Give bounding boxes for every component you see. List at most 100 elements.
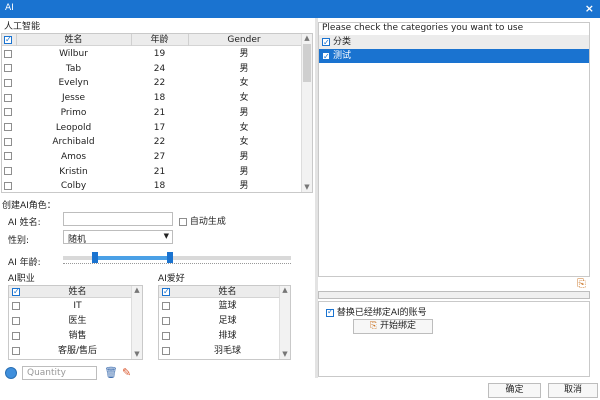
delete-icon[interactable]: 🗑	[104, 366, 118, 379]
item-checkbox-cell	[162, 314, 170, 329]
row-checkbox[interactable]	[4, 152, 12, 161]
cell-gender: 男	[239, 181, 249, 192]
item-checkbox[interactable]	[12, 346, 20, 355]
select-all-checkbox[interactable]	[4, 34, 12, 46]
occupation-select-all[interactable]	[12, 286, 20, 298]
list-item[interactable]: 客服/售后	[9, 344, 134, 359]
row-checkbox[interactable]	[4, 108, 12, 117]
close-icon[interactable]: ×	[585, 2, 594, 15]
scroll-up-icon[interactable]: ▲	[132, 286, 142, 295]
list-item[interactable]: IT	[9, 299, 134, 314]
list-item[interactable]: 销售	[9, 329, 134, 344]
cell-age: 27	[153, 151, 166, 162]
cell-gender: 女	[239, 93, 249, 104]
table-row[interactable]: Archibald 22 女	[2, 135, 302, 150]
category-item[interactable]: 测试	[319, 49, 589, 64]
hobby-select-all[interactable]	[162, 286, 170, 298]
chevron-down-icon[interactable]: ▼	[164, 232, 169, 240]
hobby-col-header[interactable]: 姓名	[171, 286, 284, 298]
category-checkbox[interactable]	[322, 50, 330, 64]
cell-gender: 男	[239, 166, 249, 177]
cell-age: 21	[153, 107, 166, 118]
start-bind-button[interactable]: ⎘ 开始绑定	[353, 319, 433, 334]
slider-min-handle[interactable]	[91, 252, 98, 263]
list-item[interactable]: 医生	[9, 314, 134, 329]
item-checkbox[interactable]	[12, 331, 20, 340]
table-row[interactable]: Tab 24 男	[2, 62, 302, 77]
row-checkbox[interactable]	[4, 49, 12, 58]
cell-age: 17	[153, 122, 166, 133]
row-checkbox[interactable]	[4, 123, 12, 131]
category-label: 测试	[333, 51, 352, 61]
gender-select-value: 随机	[68, 235, 87, 245]
ai-name-input[interactable]	[63, 212, 173, 226]
row-checkbox[interactable]	[4, 93, 12, 102]
row-checkbox[interactable]	[4, 64, 12, 73]
col-name-header[interactable]: 姓名	[16, 34, 131, 46]
row-checkbox[interactable]	[4, 167, 12, 176]
cell-name: Kristin	[59, 166, 88, 177]
replace-option[interactable]: 替换已经绑定AI的账号	[326, 305, 427, 318]
gender-select[interactable]: 随机 ▼	[63, 230, 173, 245]
age-range-slider[interactable]	[63, 252, 291, 263]
occupation-col-header[interactable]: 姓名	[21, 286, 134, 298]
auto-generate-checkbox[interactable]	[179, 217, 187, 226]
row-checkbox-cell	[4, 165, 12, 180]
category-checkbox[interactable]	[322, 36, 330, 50]
grid-scrollbar[interactable]: ▲ ▼	[301, 34, 312, 192]
table-row[interactable]: Primo 21 男	[2, 106, 302, 121]
table-row[interactable]: Wilbur 19 男	[2, 47, 302, 62]
item-checkbox-cell	[162, 299, 170, 314]
export-icon[interactable]: ⎘	[577, 277, 586, 291]
list-item[interactable]: 羽毛球	[159, 344, 284, 359]
col-gender-header[interactable]: Gender	[188, 34, 300, 46]
slider-max-handle[interactable]	[167, 252, 174, 263]
add-icon[interactable]	[5, 367, 17, 379]
row-checkbox-cell	[4, 76, 12, 91]
row-checkbox[interactable]	[4, 78, 12, 87]
item-checkbox[interactable]	[162, 316, 170, 325]
row-checkbox[interactable]	[4, 181, 12, 190]
list-item[interactable]: 足球	[159, 314, 284, 329]
auto-generate-option[interactable]: 自动生成	[179, 214, 226, 227]
table-row[interactable]: Colby 18 男	[2, 179, 302, 194]
table-row[interactable]: Amos 27 男	[2, 150, 302, 165]
row-checkbox-cell	[4, 91, 12, 106]
hobby-header: 姓名	[159, 286, 284, 298]
table-row[interactable]: Kristin 21 男	[2, 165, 302, 180]
item-checkbox[interactable]	[162, 346, 170, 355]
table-row[interactable]: Jesse 18 女	[2, 91, 302, 106]
scroll-down-icon[interactable]: ▼	[132, 350, 142, 359]
table-row[interactable]: Evelyn 22 女	[2, 76, 302, 91]
ok-button[interactable]: 确定	[488, 383, 541, 398]
item-checkbox[interactable]	[162, 331, 170, 340]
cell-age: 22	[153, 78, 166, 89]
grid-title: 人工智能	[4, 22, 41, 32]
hobby-scrollbar[interactable]: ▲ ▼	[279, 286, 290, 359]
scroll-up-icon[interactable]: ▲	[280, 286, 290, 295]
quantity-input[interactable]: Quantity	[22, 366, 97, 380]
list-item[interactable]: 篮球	[159, 299, 284, 314]
replace-checkbox[interactable]	[326, 307, 334, 317]
row-checkbox[interactable]	[4, 137, 12, 146]
scroll-up-icon[interactable]: ▲	[302, 34, 312, 43]
list-item[interactable]: 排球	[159, 329, 284, 344]
scroll-down-icon[interactable]: ▼	[302, 183, 312, 192]
clear-icon[interactable]: ✎	[122, 366, 131, 379]
item-checkbox[interactable]	[162, 301, 170, 310]
col-age-header[interactable]: 年龄	[131, 34, 188, 46]
item-checkbox[interactable]	[12, 316, 20, 325]
category-label: 分类	[333, 37, 352, 47]
start-bind-label: 开始绑定	[380, 321, 417, 331]
category-item[interactable]: 分类	[319, 35, 589, 50]
cell-gender: 男	[239, 63, 249, 74]
scroll-thumb[interactable]	[303, 44, 311, 82]
cell-name: Leopold	[55, 122, 92, 133]
scroll-down-icon[interactable]: ▼	[280, 350, 290, 359]
cell-name: Evelyn	[58, 78, 89, 89]
item-checkbox[interactable]	[12, 301, 20, 310]
cancel-button[interactable]: 取消	[548, 383, 598, 398]
occupation-scrollbar[interactable]: ▲ ▼	[131, 286, 142, 359]
cell-age: 18	[153, 93, 166, 104]
table-row[interactable]: Leopold 17 女	[2, 121, 302, 136]
